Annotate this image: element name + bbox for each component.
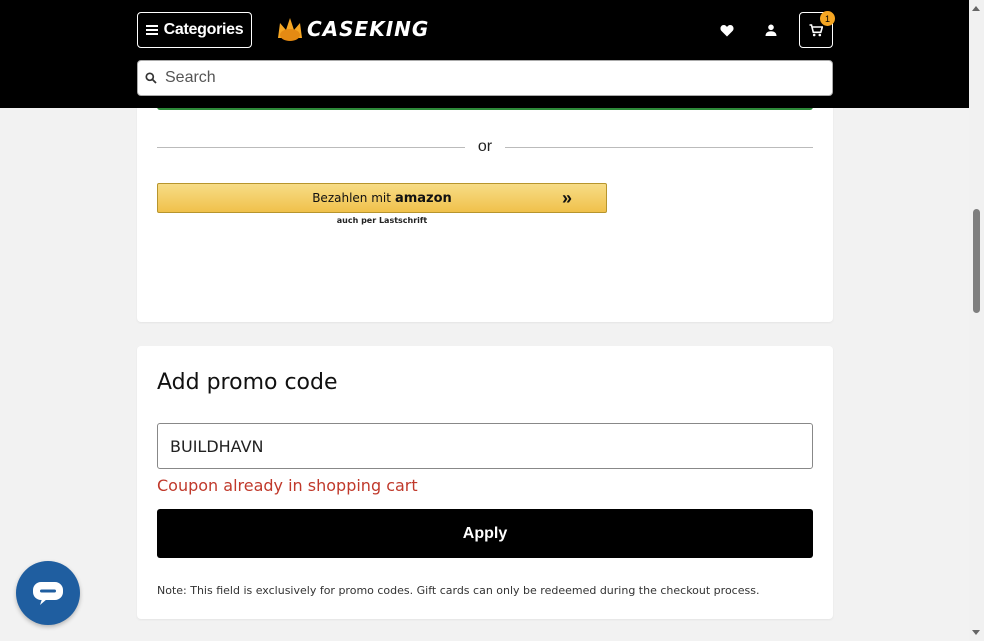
hamburger-icon — [145, 25, 158, 35]
divider-line — [157, 146, 465, 148]
or-label: or — [477, 138, 493, 155]
search-input[interactable] — [163, 68, 807, 88]
heart-icon — [720, 24, 734, 36]
promo-code-input[interactable] — [157, 423, 813, 469]
cart-count-badge: 1 — [820, 11, 835, 26]
amazon-pay-subtitle: auch per Lastschrift — [336, 216, 428, 225]
site-logo[interactable]: CASEKING — [275, 14, 429, 44]
crown-icon — [278, 18, 302, 41]
promo-error-message: Coupon already in shopping cart — [157, 476, 418, 495]
account-button[interactable] — [754, 12, 788, 48]
promo-code-card: Add promo code Coupon already in shoppin… — [137, 346, 833, 619]
categories-label: Categories — [163, 21, 244, 38]
promo-title: Add promo code — [157, 370, 338, 395]
apply-button[interactable]: Apply — [157, 509, 813, 558]
site-header: Categories CASEKING 1 — [0, 0, 969, 108]
amazon-pay-button[interactable]: Bezahlen mit amazon » — [157, 183, 607, 213]
chat-icon — [33, 582, 63, 605]
amazon-logo-text: amazon — [394, 190, 452, 206]
search-bar[interactable] — [137, 60, 833, 96]
double-chevron-right-icon: » — [561, 188, 572, 208]
scroll-down-arrow-icon[interactable] — [972, 630, 980, 635]
logo-text: CASEKING — [307, 17, 430, 41]
scrollbar-thumb[interactable] — [973, 209, 980, 313]
divider-line — [505, 146, 813, 148]
categories-button[interactable]: Categories — [137, 12, 252, 48]
scroll-up-arrow-icon[interactable] — [972, 6, 980, 11]
user-icon — [765, 24, 777, 36]
search-icon — [145, 72, 157, 84]
chat-button[interactable] — [16, 561, 80, 625]
amazon-pay-prefix: Bezahlen mit — [312, 191, 391, 205]
cart-icon — [809, 23, 823, 36]
promo-note: Note: This field is exclusively for prom… — [157, 584, 760, 597]
or-divider: or — [157, 138, 813, 156]
wishlist-button[interactable] — [710, 12, 744, 48]
cart-button[interactable]: 1 — [799, 11, 835, 48]
page-scrollbar[interactable] — [969, 0, 984, 641]
